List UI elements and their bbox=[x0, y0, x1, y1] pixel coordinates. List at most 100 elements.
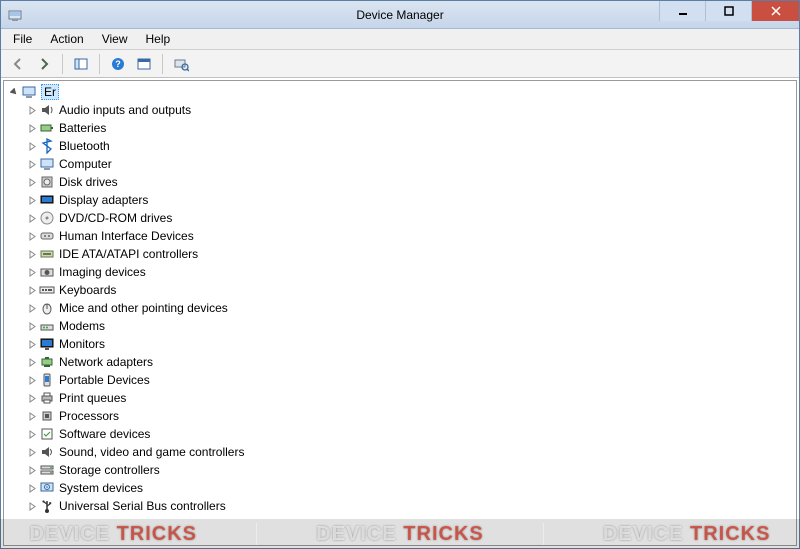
expand-icon[interactable] bbox=[26, 284, 38, 296]
tree-item[interactable]: Disk drives bbox=[4, 173, 796, 191]
computer-icon bbox=[21, 84, 37, 100]
expand-icon[interactable] bbox=[26, 248, 38, 260]
bluetooth-icon bbox=[39, 138, 55, 154]
tree-item-label: Disk drives bbox=[59, 175, 118, 189]
tree-item[interactable]: Software devices bbox=[4, 425, 796, 443]
tree-item-label: Imaging devices bbox=[59, 265, 146, 279]
tree-item-label: Mice and other pointing devices bbox=[59, 301, 228, 315]
tree-item-label: Modems bbox=[59, 319, 105, 333]
expand-icon[interactable] bbox=[26, 212, 38, 224]
tree-item-label: Keyboards bbox=[59, 283, 116, 297]
tree-item[interactable]: Audio inputs and outputs bbox=[4, 101, 796, 119]
portable-icon bbox=[39, 372, 55, 388]
printer-icon bbox=[39, 390, 55, 406]
expand-icon[interactable] bbox=[26, 320, 38, 332]
tree-item[interactable]: Mice and other pointing devices bbox=[4, 299, 796, 317]
tree-item-label: IDE ATA/ATAPI controllers bbox=[59, 247, 198, 261]
expand-icon[interactable] bbox=[26, 464, 38, 476]
network-icon bbox=[39, 354, 55, 370]
collapse-icon[interactable] bbox=[8, 86, 20, 98]
tree-item[interactable]: IDE ATA/ATAPI controllers bbox=[4, 245, 796, 263]
tree-item[interactable]: Computer bbox=[4, 155, 796, 173]
properties-button[interactable] bbox=[133, 53, 155, 75]
monitor-icon bbox=[39, 336, 55, 352]
tree-item[interactable]: DVD/CD-ROM drives bbox=[4, 209, 796, 227]
expand-icon[interactable] bbox=[26, 356, 38, 368]
hid-icon bbox=[39, 228, 55, 244]
menu-help[interactable]: Help bbox=[138, 30, 179, 48]
tree-item-label: Portable Devices bbox=[59, 373, 150, 387]
expand-icon[interactable] bbox=[26, 266, 38, 278]
tree-item[interactable]: Keyboards bbox=[4, 281, 796, 299]
tree-item[interactable]: Bluetooth bbox=[4, 137, 796, 155]
tree-item[interactable]: Monitors bbox=[4, 335, 796, 353]
tree-item[interactable]: Sound, video and game controllers bbox=[4, 443, 796, 461]
tree-item-label: Human Interface Devices bbox=[59, 229, 194, 243]
display-adapter-icon bbox=[39, 192, 55, 208]
keyboard-icon bbox=[39, 282, 55, 298]
expand-icon[interactable] bbox=[26, 104, 38, 116]
tree-item-label: System devices bbox=[59, 481, 143, 495]
expand-icon[interactable] bbox=[26, 302, 38, 314]
menu-action[interactable]: Action bbox=[42, 30, 91, 48]
tree-item[interactable]: Network adapters bbox=[4, 353, 796, 371]
tree-item[interactable]: Universal Serial Bus controllers bbox=[4, 497, 796, 515]
system-icon bbox=[39, 480, 55, 496]
tree-item-label: Software devices bbox=[59, 427, 150, 441]
titlebar[interactable]: Device Manager bbox=[1, 1, 799, 29]
tree-item-label: Batteries bbox=[59, 121, 106, 135]
tree-item[interactable]: System devices bbox=[4, 479, 796, 497]
expand-icon[interactable] bbox=[26, 140, 38, 152]
tree-item[interactable]: Print queues bbox=[4, 389, 796, 407]
menu-view[interactable]: View bbox=[94, 30, 136, 48]
expand-icon[interactable] bbox=[26, 230, 38, 242]
expand-icon[interactable] bbox=[26, 392, 38, 404]
scan-hardware-button[interactable] bbox=[170, 53, 192, 75]
modem-icon bbox=[39, 318, 55, 334]
tree-item-label: Network adapters bbox=[59, 355, 153, 369]
back-button[interactable] bbox=[7, 53, 29, 75]
expand-icon[interactable] bbox=[26, 428, 38, 440]
expand-icon[interactable] bbox=[26, 446, 38, 458]
help-button[interactable]: ? bbox=[107, 53, 129, 75]
mouse-icon bbox=[39, 300, 55, 316]
forward-button[interactable] bbox=[33, 53, 55, 75]
computer-icon bbox=[39, 156, 55, 172]
expand-icon[interactable] bbox=[26, 500, 38, 512]
expand-icon[interactable] bbox=[26, 176, 38, 188]
menu-file[interactable]: File bbox=[5, 30, 40, 48]
toolbar-separator bbox=[99, 54, 100, 74]
tree-item[interactable]: Processors bbox=[4, 407, 796, 425]
tree-item-label: Print queues bbox=[59, 391, 126, 405]
tree-root[interactable]: Er bbox=[4, 83, 796, 101]
svg-text:?: ? bbox=[115, 59, 121, 69]
expand-icon[interactable] bbox=[26, 158, 38, 170]
tree-item-label: Processors bbox=[59, 409, 119, 423]
audio-icon bbox=[39, 102, 55, 118]
expand-icon[interactable] bbox=[26, 194, 38, 206]
expand-icon[interactable] bbox=[26, 338, 38, 350]
tree-item-label: Bluetooth bbox=[59, 139, 110, 153]
tree-item-label: Display adapters bbox=[59, 193, 148, 207]
expand-icon[interactable] bbox=[26, 374, 38, 386]
processor-icon bbox=[39, 408, 55, 424]
expand-icon[interactable] bbox=[26, 122, 38, 134]
expand-icon[interactable] bbox=[26, 482, 38, 494]
ide-icon bbox=[39, 246, 55, 262]
tree-item[interactable]: Storage controllers bbox=[4, 461, 796, 479]
tree-item[interactable]: Portable Devices bbox=[4, 371, 796, 389]
show-hide-tree-button[interactable] bbox=[70, 53, 92, 75]
expand-icon[interactable] bbox=[26, 410, 38, 422]
tree-item[interactable]: Display adapters bbox=[4, 191, 796, 209]
tree-item[interactable]: Modems bbox=[4, 317, 796, 335]
tree-item-label: Sound, video and game controllers bbox=[59, 445, 244, 459]
tree-root-label[interactable]: Er bbox=[41, 84, 59, 100]
tree-item[interactable]: Human Interface Devices bbox=[4, 227, 796, 245]
tree-item[interactable]: Imaging devices bbox=[4, 263, 796, 281]
tree-item-label: Audio inputs and outputs bbox=[59, 103, 191, 117]
tree-item-label: Universal Serial Bus controllers bbox=[59, 499, 226, 513]
tree-item-label: Monitors bbox=[59, 337, 105, 351]
tree-item[interactable]: Batteries bbox=[4, 119, 796, 137]
device-tree[interactable]: Er Audio inputs and outputs Batteries Blue… bbox=[3, 80, 797, 546]
sound-icon bbox=[39, 444, 55, 460]
